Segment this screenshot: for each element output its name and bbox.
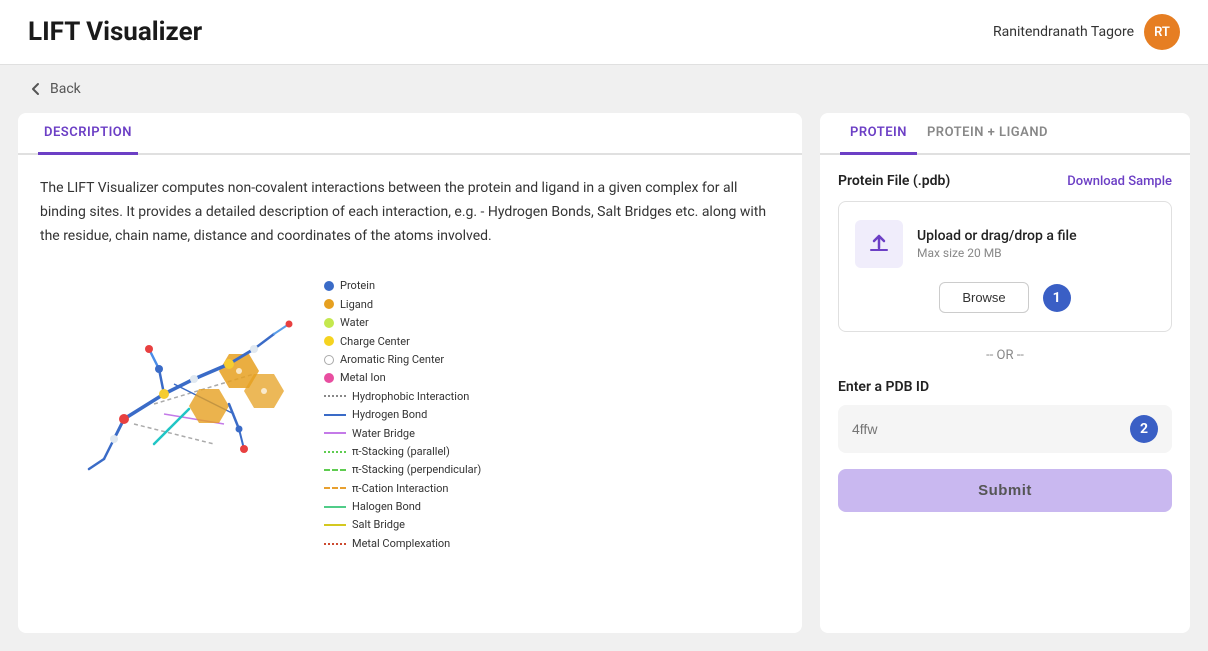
- legend-aromatic: Aromatic Ring Center: [324, 352, 481, 367]
- legend-pi-perp: π-Stacking (perpendicular): [324, 462, 481, 477]
- upload-main-text: Upload or drag/drop a file: [917, 228, 1077, 244]
- legend-water-bridge-label: Water Bridge: [352, 426, 415, 441]
- legend-hydrophobic: Hydrophobic Interaction: [324, 389, 481, 404]
- molecule-visualization: [34, 274, 314, 494]
- submit-button[interactable]: Submit: [838, 469, 1172, 512]
- legend-aromatic-label: Aromatic Ring Center: [340, 352, 444, 367]
- upload-icon-box: [855, 220, 903, 268]
- right-tabs: PROTEIN PROTEIN + LIGAND: [820, 113, 1190, 155]
- legend: Protein Ligand Water Charge Center Aroma…: [324, 274, 481, 554]
- pi-cation-line: [324, 487, 346, 489]
- main-content: DESCRIPTION The LIFT Visualizer computes…: [0, 113, 1208, 651]
- avatar: RT: [1144, 14, 1180, 50]
- molecule-area: Protein Ligand Water Charge Center Aroma…: [18, 264, 802, 570]
- browse-button[interactable]: Browse: [939, 282, 1028, 313]
- left-panel: DESCRIPTION The LIFT Visualizer computes…: [18, 113, 802, 633]
- right-panel-body: Protein File (.pdb) Download Sample Uplo…: [820, 155, 1190, 530]
- right-panel: PROTEIN PROTEIN + LIGAND Protein File (.…: [820, 113, 1190, 633]
- tab-protein-ligand[interactable]: PROTEIN + LIGAND: [917, 113, 1058, 155]
- legend-metal-complex-label: Metal Complexation: [352, 536, 450, 551]
- back-button[interactable]: Back: [0, 65, 1208, 113]
- pdb-input[interactable]: [852, 421, 1120, 437]
- ligand-color-dot: [324, 299, 334, 309]
- legend-pi-perp-label: π-Stacking (perpendicular): [352, 462, 481, 477]
- download-sample-link[interactable]: Download Sample: [1067, 174, 1172, 189]
- or-divider: -- OR --: [838, 348, 1172, 363]
- upload-sub-text: Max size 20 MB: [917, 246, 1077, 260]
- pi-parallel-line: [324, 451, 346, 453]
- protein-color-dot: [324, 281, 334, 291]
- legend-ligand-label: Ligand: [340, 297, 373, 312]
- legend-charge-center: Charge Center: [324, 334, 481, 349]
- halogen-line: [324, 506, 346, 508]
- pdb-input-row: 2: [838, 405, 1172, 453]
- legend-protein-label: Protein: [340, 278, 375, 293]
- step-badge-1: 1: [1043, 284, 1071, 312]
- legend-ligand: Ligand: [324, 297, 481, 312]
- file-label: Protein File (.pdb): [838, 173, 950, 189]
- legend-water: Water: [324, 315, 481, 330]
- salt-bridge-line: [324, 524, 346, 526]
- legend-pi-parallel-label: π-Stacking (parallel): [352, 444, 450, 459]
- upload-icon: [867, 232, 891, 256]
- upload-text-block: Upload or drag/drop a file Max size 20 M…: [917, 228, 1077, 260]
- user-name: Ranitendranath Tagore: [993, 24, 1134, 40]
- upload-inner: Upload or drag/drop a file Max size 20 M…: [855, 220, 1155, 268]
- legend-charge-center-label: Charge Center: [340, 334, 410, 349]
- charge-center-dot: [324, 336, 334, 346]
- description-text: The LIFT Visualizer computes non-covalen…: [18, 155, 802, 264]
- left-tabs: DESCRIPTION: [18, 113, 802, 155]
- hbond-line: [324, 414, 346, 416]
- water-color-dot: [324, 318, 334, 328]
- step-badge-2: 2: [1130, 415, 1158, 443]
- pdb-label: Enter a PDB ID: [838, 379, 1172, 395]
- legend-protein: Protein: [324, 278, 481, 293]
- legend-hbond: Hydrogen Bond: [324, 407, 481, 422]
- water-bridge-line: [324, 432, 346, 434]
- legend-metal-ion: Metal Ion: [324, 370, 481, 385]
- header: LIFT Visualizer Ranitendranath Tagore RT: [0, 0, 1208, 65]
- tab-description[interactable]: DESCRIPTION: [38, 113, 138, 155]
- pi-perp-line: [324, 469, 346, 471]
- app-title: LIFT Visualizer: [28, 17, 202, 47]
- back-label: Back: [50, 81, 81, 97]
- tab-protein[interactable]: PROTEIN: [840, 113, 917, 155]
- legend-halogen: Halogen Bond: [324, 499, 481, 514]
- legend-salt-bridge: Salt Bridge: [324, 517, 481, 532]
- legend-pi-parallel: π-Stacking (parallel): [324, 444, 481, 459]
- legend-hbond-label: Hydrogen Bond: [352, 407, 427, 422]
- hydrophobic-line: [324, 395, 346, 397]
- legend-pi-cation: π-Cation Interaction: [324, 481, 481, 496]
- legend-halogen-label: Halogen Bond: [352, 499, 421, 514]
- upload-box[interactable]: Upload or drag/drop a file Max size 20 M…: [838, 201, 1172, 332]
- legend-salt-bridge-label: Salt Bridge: [352, 517, 405, 532]
- metal-complex-line: [324, 543, 346, 545]
- aromatic-dot: [324, 355, 334, 365]
- chevron-left-icon: [28, 81, 44, 97]
- legend-pi-cation-label: π-Cation Interaction: [352, 481, 448, 496]
- user-info: Ranitendranath Tagore RT: [993, 14, 1180, 50]
- metal-ion-dot: [324, 373, 334, 383]
- legend-water-bridge: Water Bridge: [324, 426, 481, 441]
- file-label-row: Protein File (.pdb) Download Sample: [838, 173, 1172, 189]
- browse-row: Browse 1: [855, 282, 1155, 313]
- legend-metal-ion-label: Metal Ion: [340, 370, 386, 385]
- legend-metal-complex: Metal Complexation: [324, 536, 481, 551]
- legend-water-label: Water: [340, 315, 369, 330]
- legend-hydrophobic-label: Hydrophobic Interaction: [352, 389, 469, 404]
